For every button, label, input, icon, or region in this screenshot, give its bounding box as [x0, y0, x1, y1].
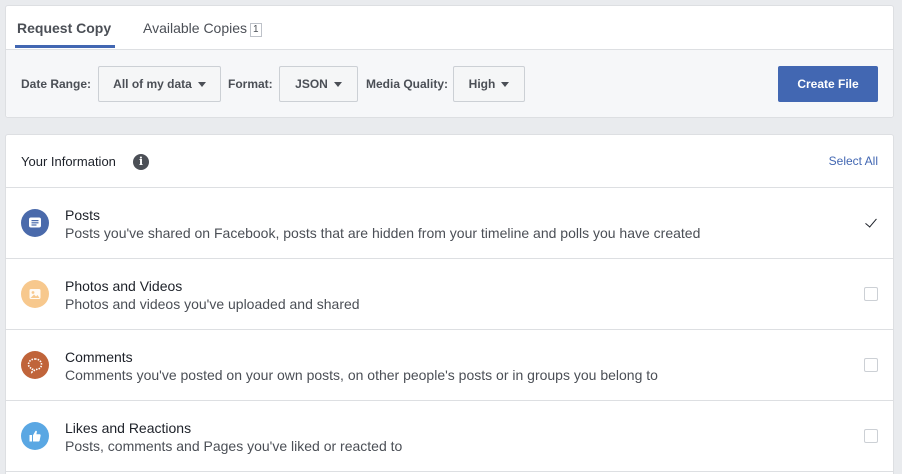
row-description: Photos and videos you've uploaded and sh…: [65, 296, 360, 312]
format-dropdown[interactable]: JSON: [279, 66, 358, 102]
your-information-title: Your Information: [21, 154, 116, 169]
chevron-down-icon: [197, 81, 206, 87]
date-range-label: Date Range:: [21, 77, 92, 91]
row-title: Posts: [65, 207, 101, 223]
format-value: JSON: [295, 77, 328, 91]
row-title: Comments: [65, 349, 133, 365]
info-row-likes-and-reactions[interactable]: Likes and Reactions Posts, comments and …: [6, 401, 893, 472]
likes-icon: [21, 422, 49, 450]
chevron-down-icon: [333, 81, 342, 87]
info-row-comments[interactable]: Comments Comments you've posted on your …: [6, 330, 893, 401]
tab-available-copies[interactable]: Available Copies 1: [143, 20, 262, 37]
select-all-link[interactable]: Select All: [829, 154, 878, 168]
info-header: Your Information i Select All: [6, 135, 893, 188]
tab-available-copies-label: Available Copies: [143, 20, 248, 36]
posts-checkbox[interactable]: [864, 216, 878, 230]
create-file-button[interactable]: Create File: [778, 66, 878, 102]
comments-icon: [21, 351, 49, 379]
row-description: Posts you've shared on Facebook, posts t…: [65, 225, 701, 241]
media-quality-label: Media Quality:: [366, 77, 449, 91]
row-description: Comments you've posted on your own posts…: [65, 367, 658, 383]
media-quality-value: High: [468, 77, 496, 91]
posts-icon: [21, 209, 49, 237]
export-options-toolbar: Date Range: All of my data Format: JSON …: [6, 50, 893, 117]
likes-and-reactions-checkbox[interactable]: [864, 429, 878, 443]
available-copies-count-badge: 1: [250, 23, 262, 37]
info-icon[interactable]: i: [133, 154, 149, 170]
tab-request-copy-label: Request Copy: [17, 20, 112, 36]
comments-checkbox[interactable]: [864, 358, 878, 372]
row-description: Posts, comments and Pages you've liked o…: [65, 438, 403, 454]
format-label: Format:: [228, 77, 273, 91]
download-settings-panel: Request Copy Available Copies 1 Date Rang…: [5, 5, 894, 118]
photos-and-videos-checkbox[interactable]: [864, 287, 878, 301]
info-row-posts[interactable]: Posts Posts you've shared on Facebook, p…: [6, 188, 893, 259]
media-quality-dropdown[interactable]: High: [453, 66, 525, 102]
photos-icon: [21, 280, 49, 308]
tab-request-copy[interactable]: Request Copy: [14, 20, 116, 48]
date-range-dropdown[interactable]: All of my data: [98, 66, 221, 102]
tab-bar: Request Copy Available Copies 1: [6, 6, 893, 50]
create-file-button-label: Create File: [797, 77, 859, 91]
row-title: Likes and Reactions: [65, 420, 192, 436]
row-title: Photos and Videos: [65, 278, 183, 294]
date-range-value: All of my data: [113, 77, 192, 91]
info-row-photos-and-videos[interactable]: Photos and Videos Photos and videos you'…: [6, 259, 893, 330]
your-information-panel: Your Information i Select All Posts Post…: [5, 134, 894, 474]
chevron-down-icon: [501, 81, 510, 87]
